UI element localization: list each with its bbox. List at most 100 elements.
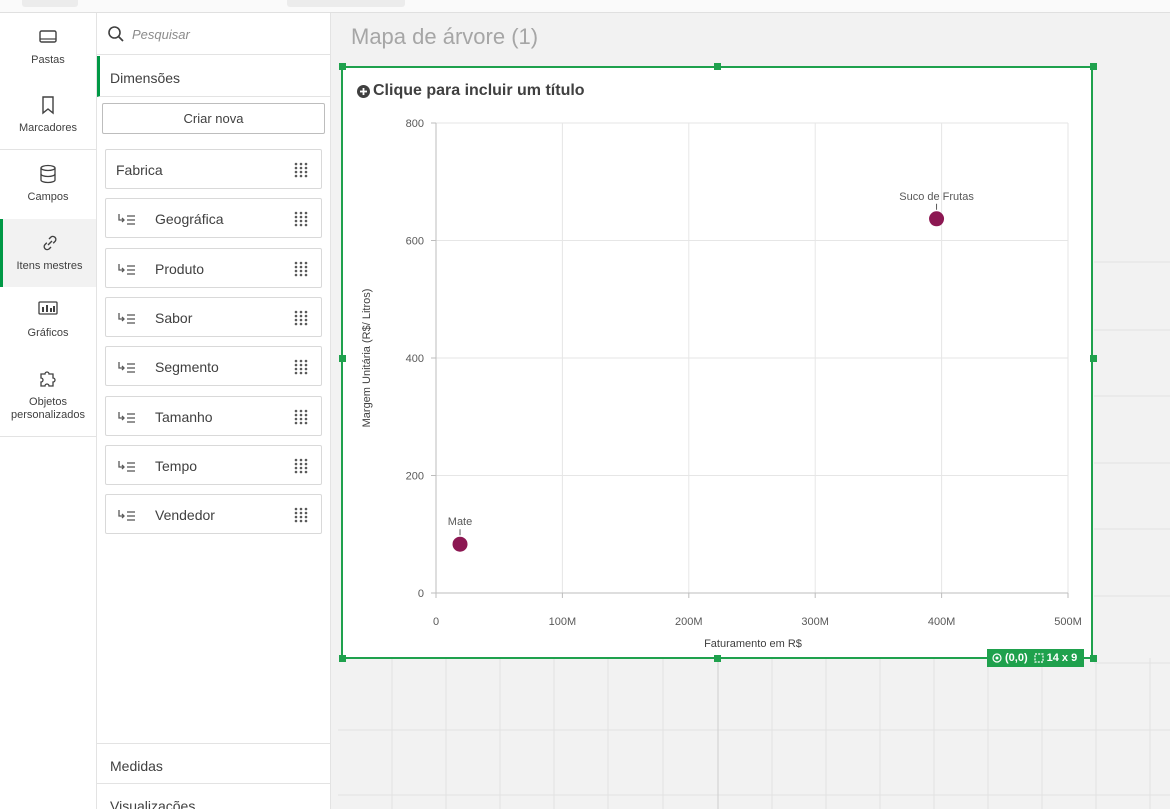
drag-handle-icon[interactable] [294, 310, 308, 326]
y-tick-label: 800 [406, 118, 424, 130]
resize-handle[interactable] [1090, 63, 1097, 70]
rail-item-label: Pastas [31, 54, 65, 66]
rail-item-label: Campos [27, 191, 69, 203]
top-toolbar-strip [0, 0, 1170, 13]
rail-item-label: Gráficos [27, 327, 69, 339]
resize-handle[interactable] [714, 63, 721, 70]
target-icon [992, 653, 1002, 663]
y-tick-label: 600 [406, 236, 424, 248]
rail-divider [0, 436, 96, 437]
drill-down-icon [118, 510, 135, 521]
resize-handle[interactable] [1090, 355, 1097, 362]
dimension-label: Sabor [155, 310, 193, 326]
rail-item-pastas[interactable]: Pastas [0, 26, 96, 66]
dimension-item-tempo[interactable]: Tempo [105, 445, 322, 485]
section-visualizations-label: Visualizações [110, 798, 196, 809]
resize-handle[interactable] [1090, 655, 1097, 662]
dimension-item-produto[interactable]: Produto [105, 248, 322, 288]
point-label: Mate [448, 516, 472, 528]
rail-item-label: Objetos personalizados [11, 396, 85, 421]
dimension-label: Geográfica [155, 211, 224, 227]
x-tick-label: 500M [1054, 616, 1082, 628]
rail-item-label: Itens mestres [16, 260, 83, 272]
position-label: (0,0) [1005, 652, 1028, 664]
assets-nav-rail: Pastas Marcadores Campos Itens mestres G… [0, 13, 97, 809]
dimension-label: Tempo [155, 458, 198, 474]
position-size-badge: (0,0) 14 x 9 [987, 649, 1084, 667]
resize-handle[interactable] [339, 655, 346, 662]
scatter-point[interactable] [452, 536, 468, 552]
dimension-item-geografica[interactable]: Geográfica [105, 198, 322, 238]
rail-item-itens-mestres[interactable]: Itens mestres [0, 219, 96, 287]
resize-handle[interactable] [339, 63, 346, 70]
section-measures[interactable]: Medidas [97, 743, 330, 784]
bar-chart-icon [38, 301, 58, 315]
rail-item-campos[interactable]: Campos [0, 163, 96, 203]
sheet-title[interactable]: Mapa de árvore (1) [351, 24, 538, 50]
bookmark-icon [42, 96, 54, 115]
sheet-icon [39, 30, 57, 43]
y-tick-label: 0 [418, 588, 424, 600]
drag-handle-icon[interactable] [294, 261, 308, 277]
drag-handle-icon[interactable] [294, 458, 308, 474]
drag-handle-icon[interactable] [294, 409, 308, 425]
rail-item-label: Marcadores [18, 122, 78, 134]
x-axis-title: Faturamento em R$ [704, 638, 802, 650]
section-dimensions-label: Dimensões [110, 70, 181, 86]
puzzle-icon [40, 371, 56, 387]
create-new-button[interactable]: Criar nova [102, 103, 325, 134]
toolbar-tab-stub[interactable] [22, 0, 78, 7]
section-measures-label: Medidas [110, 758, 163, 774]
section-dimensions[interactable]: Dimensões [97, 56, 330, 97]
size-icon [1034, 653, 1044, 663]
rail-item-marcadores[interactable]: Marcadores [0, 94, 96, 134]
dimension-item-fabrica[interactable]: Fabrica [105, 149, 322, 189]
database-icon [40, 164, 56, 184]
scatter-point[interactable] [929, 211, 945, 227]
drag-handle-icon[interactable] [294, 211, 308, 227]
y-axis-title: Margem Unitária (R$/ Litros) [361, 289, 373, 428]
rail-divider [0, 149, 96, 150]
dimension-item-sabor[interactable]: Sabor [105, 297, 322, 337]
y-axis: 0 200 400 600 800 [406, 118, 437, 600]
link-icon [43, 235, 56, 251]
size-label: 14 x 9 [1046, 652, 1078, 664]
dimension-label: Vendedor [155, 507, 215, 523]
search-icon [108, 26, 124, 42]
drill-down-icon [118, 313, 135, 324]
drill-down-icon [118, 362, 135, 373]
search-box[interactable]: Pesquisar [97, 13, 330, 55]
drill-down-icon [118, 214, 135, 225]
drag-handle-icon[interactable] [294, 359, 308, 375]
x-tick-label: 400M [928, 616, 956, 628]
point-label: Suco de Frutas [899, 191, 974, 203]
resize-handle[interactable] [339, 355, 346, 362]
drill-down-icon [118, 412, 135, 423]
drill-down-icon [118, 264, 135, 275]
scatter-chart-object[interactable]: Clique para incluir um título 0 200 400 600… [341, 66, 1093, 659]
dimension-label: Segmento [155, 359, 219, 375]
y-tick-label: 400 [406, 353, 424, 365]
rail-item-objetos-personalizados[interactable]: Objetos personalizados [0, 368, 96, 422]
toolbar-tab-stub[interactable] [287, 0, 405, 7]
x-tick-label: 0 [433, 616, 439, 628]
dimension-item-tamanho[interactable]: Tamanho [105, 396, 322, 436]
x-axis: 0 100M 200M 300M 400M 500M [433, 592, 1082, 628]
section-visualizations[interactable]: Visualizações [97, 784, 330, 809]
data-points[interactable]: Mate Suco de Frutas [448, 191, 975, 552]
dimension-label: Produto [155, 261, 205, 277]
dimension-item-vendedor[interactable]: Vendedor [105, 494, 322, 534]
x-tick-label: 200M [675, 616, 703, 628]
x-tick-label: 100M [549, 616, 577, 628]
rail-item-graficos[interactable]: Gráficos [0, 299, 96, 339]
y-tick-label: 200 [406, 471, 424, 483]
dimension-label: Fabrica [116, 162, 163, 178]
drag-handle-icon[interactable] [294, 162, 308, 178]
scatter-plot[interactable]: 0 200 400 600 800 0 100M 200M 300M 400M 500M Fatu… [343, 68, 1091, 657]
dimension-item-segmento[interactable]: Segmento [105, 346, 322, 386]
search-input[interactable]: Pesquisar [132, 27, 190, 42]
drag-handle-icon[interactable] [294, 507, 308, 523]
x-tick-label: 300M [801, 616, 829, 628]
resize-handle[interactable] [714, 655, 721, 662]
master-items-panel: Pesquisar Dimensões Criar nova Fabrica G… [97, 13, 331, 809]
